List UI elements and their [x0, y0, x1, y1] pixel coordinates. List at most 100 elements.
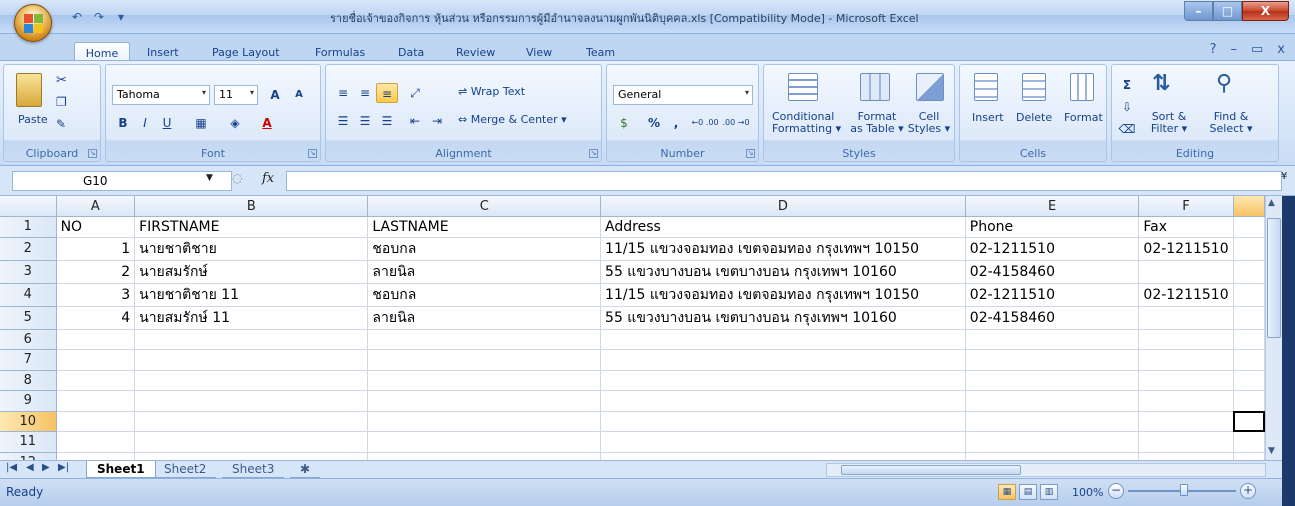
cell[interactable]	[56, 452, 136, 460]
insert-cells-button[interactable]: Insert	[972, 111, 1004, 124]
cell[interactable]	[600, 390, 966, 412]
tab-team[interactable]: Team	[586, 46, 615, 59]
cell[interactable]	[367, 329, 602, 350]
paste-button[interactable]: Paste	[18, 113, 48, 126]
cell[interactable]: 55 แขวงบางบอน เขตบางบอน กรุงเทพฯ 10160	[600, 306, 966, 330]
align-center-icon[interactable]: ☰	[354, 111, 376, 131]
bold-button[interactable]: B	[112, 113, 134, 133]
column-header[interactable]: A	[56, 196, 136, 217]
cell[interactable]: ชอบกล	[367, 283, 602, 307]
cell[interactable]	[965, 452, 1140, 460]
format-cells-button[interactable]: Format	[1064, 111, 1103, 124]
cell[interactable]	[1233, 370, 1265, 391]
clear-icon[interactable]: ⌫	[1116, 119, 1138, 139]
row-header[interactable]: 7	[0, 349, 57, 371]
align-bottom-icon[interactable]: ≡	[376, 83, 398, 103]
align-middle-icon[interactable]: ≡	[354, 83, 376, 103]
column-header[interactable]: F	[1138, 196, 1234, 217]
minimize-button[interactable]: –	[1184, 1, 1213, 21]
customize-qat-icon[interactable]: ▾	[112, 9, 130, 25]
cell[interactable]	[56, 411, 136, 432]
merge-center-button[interactable]: ⇔ Merge & Center ▾	[458, 113, 567, 126]
sheet-tab-sheet2[interactable]: Sheet2	[154, 461, 217, 478]
alignment-launcher-icon[interactable]: ↘	[589, 149, 598, 158]
insert-function-button[interactable]: fx	[262, 171, 274, 186]
cell[interactable]: 2	[56, 260, 136, 284]
row-header[interactable]: 1	[0, 216, 57, 238]
conditional-formatting-button[interactable]: Conditional Formatting ▾	[772, 111, 841, 135]
formula-input[interactable]	[286, 171, 1282, 191]
font-color-button[interactable]: A	[256, 113, 278, 133]
cell[interactable]: 4	[56, 306, 136, 330]
normal-view-icon[interactable]: ▦	[998, 484, 1016, 500]
row-header[interactable]: 4	[0, 283, 57, 307]
cell[interactable]	[367, 349, 602, 371]
cell[interactable]	[56, 390, 136, 412]
workbook-close-icon[interactable]: x	[1277, 42, 1285, 57]
tab-formulas[interactable]: Formulas	[315, 46, 365, 59]
wrap-text-button[interactable]: ⇌ Wrap Text	[458, 85, 525, 98]
shrink-font-button[interactable]: A	[288, 85, 310, 105]
cell[interactable]	[367, 411, 602, 432]
cell[interactable]: Phone	[965, 216, 1140, 238]
cut-icon[interactable]: ✂	[56, 73, 67, 88]
zoom-level[interactable]: 100%	[1072, 486, 1103, 499]
column-header[interactable]: C	[367, 196, 602, 217]
number-launcher-icon[interactable]: ↘	[746, 149, 755, 158]
row-header[interactable]: 10	[0, 411, 57, 432]
currency-icon[interactable]: $	[613, 113, 635, 133]
paste-icon[interactable]	[16, 73, 42, 107]
cell[interactable]	[1233, 329, 1265, 350]
cell[interactable]	[1233, 431, 1265, 453]
align-right-icon[interactable]: ☰	[376, 111, 398, 131]
cell[interactable]	[965, 370, 1140, 391]
last-sheet-icon[interactable]: ▶|	[58, 462, 69, 473]
cell[interactable]: LASTNAME	[367, 216, 602, 238]
cell[interactable]	[1138, 452, 1234, 460]
cell[interactable]	[1233, 452, 1265, 460]
column-header[interactable]: D	[600, 196, 966, 217]
cell[interactable]: 02-4158460	[965, 260, 1140, 284]
row-header[interactable]: 11	[0, 431, 57, 453]
number-format-select[interactable]: General ▾	[613, 85, 753, 105]
active-cell[interactable]	[1233, 411, 1265, 432]
cell[interactable]	[367, 370, 602, 391]
horizontal-scroll-thumb[interactable]	[841, 465, 1021, 475]
cell[interactable]: นายชาติชาย 11	[134, 283, 369, 307]
cell[interactable]	[1138, 306, 1234, 330]
restore-icon[interactable]: ▭	[1251, 42, 1263, 57]
cell[interactable]: NO	[56, 216, 136, 238]
ribbon-minimize-icon[interactable]: –	[1231, 42, 1238, 57]
find-select-button[interactable]: Find & Select ▾	[1204, 111, 1258, 135]
row-header[interactable]: 2	[0, 237, 57, 261]
cell[interactable]: นายชาติชาย	[134, 237, 369, 261]
row-header[interactable]: 5	[0, 306, 57, 330]
row-header[interactable]: 9	[0, 390, 57, 412]
cell[interactable]	[1233, 390, 1265, 412]
fill-icon[interactable]: ⇩	[1116, 97, 1138, 117]
sheet-tab-sheet3[interactable]: Sheet3	[222, 461, 285, 478]
grow-font-button[interactable]: A	[264, 85, 286, 105]
zoom-out-button[interactable]: −	[1108, 483, 1124, 499]
cell[interactable]	[134, 329, 369, 350]
font-name-select[interactable]: Tahoma ▾	[112, 85, 210, 105]
cell[interactable]	[1138, 370, 1234, 391]
row-header[interactable]: 8	[0, 370, 57, 391]
column-header[interactable]: E	[965, 196, 1140, 217]
autosum-button[interactable]: Σ	[1116, 75, 1138, 95]
tab-view[interactable]: View	[526, 46, 552, 59]
redo-icon[interactable]: ↷	[90, 9, 108, 25]
underline-button[interactable]: U	[156, 113, 178, 133]
column-header[interactable]: B	[134, 196, 369, 217]
cell[interactable]: 02-4158460	[965, 306, 1140, 330]
office-button[interactable]	[14, 4, 52, 42]
cell[interactable]: นายสมรักษ์	[134, 260, 369, 284]
delete-cells-button[interactable]: Delete	[1016, 111, 1052, 124]
align-left-icon[interactable]: ☰	[332, 111, 354, 131]
percent-button[interactable]: %	[643, 113, 665, 133]
cell[interactable]	[600, 411, 966, 432]
cell[interactable]: ลายนิล	[367, 260, 602, 284]
cell[interactable]: ชอบกล	[367, 237, 602, 261]
increase-indent-icon[interactable]: ⇥	[426, 111, 448, 131]
scroll-down-icon[interactable]: ▼	[1268, 446, 1275, 456]
